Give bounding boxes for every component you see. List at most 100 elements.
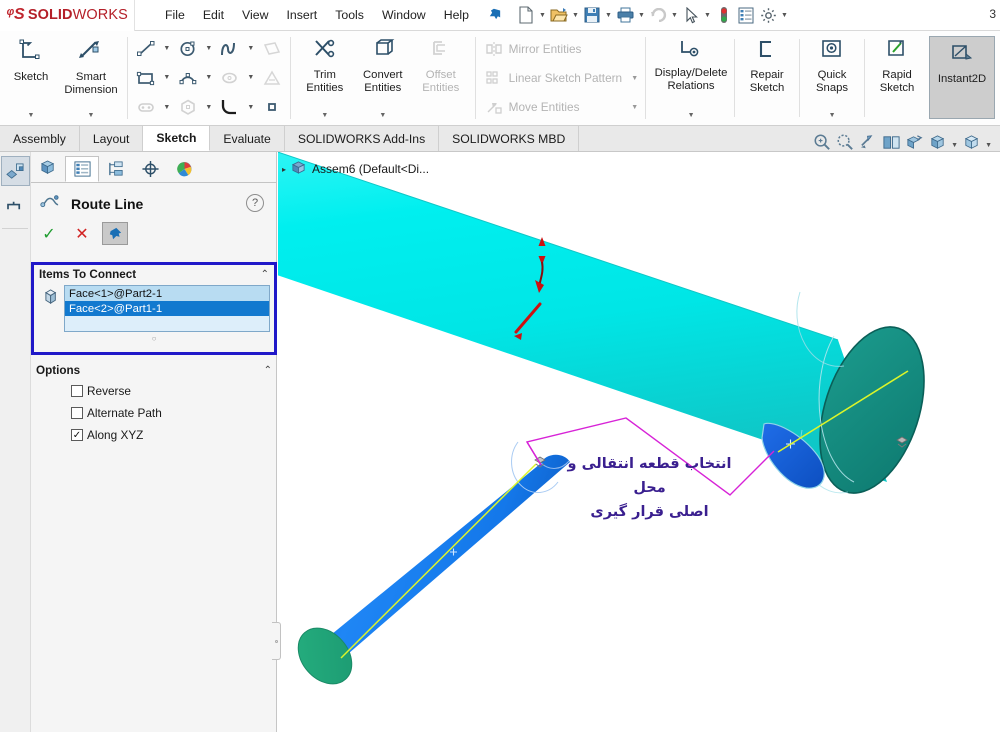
solidworks-logo[interactable]: ᵠS SOLIDWORKS bbox=[0, 0, 135, 31]
menu-window[interactable]: Window bbox=[373, 5, 435, 25]
menu-tools[interactable]: Tools bbox=[326, 5, 373, 25]
display-style-caret[interactable]: ▼ bbox=[951, 142, 958, 149]
zoom-to-fit-icon[interactable] bbox=[813, 133, 832, 157]
tab-solidworks-mbd[interactable]: SOLIDWORKS MBD bbox=[439, 126, 580, 151]
sketch-dropdown-caret[interactable]: ▼ bbox=[28, 112, 35, 123]
3d-model-canvas[interactable] bbox=[278, 152, 1000, 732]
alternate-path-checkbox[interactable] bbox=[71, 407, 83, 419]
sidebar-assembly-icon[interactable] bbox=[1, 156, 30, 186]
slot-icon[interactable] bbox=[131, 94, 161, 120]
fillet-icon[interactable] bbox=[215, 94, 245, 120]
configuration-manager-tab[interactable] bbox=[99, 156, 133, 182]
options-header[interactable]: Options ⌃ bbox=[31, 360, 277, 380]
linear-sketch-pattern-row[interactable]: Linear Sketch Pattern ▼ bbox=[479, 64, 642, 93]
previous-view-icon[interactable] bbox=[859, 133, 878, 157]
display-manager-tab[interactable] bbox=[167, 156, 201, 182]
ellipse-icon[interactable] bbox=[215, 65, 245, 91]
trim-entities-caret[interactable]: ▼ bbox=[321, 112, 328, 123]
display-delete-relations-caret[interactable]: ▼ bbox=[688, 112, 695, 123]
rectangle-caret[interactable]: ▼ bbox=[161, 65, 173, 91]
circle-icon[interactable] bbox=[173, 36, 203, 62]
save-icon[interactable] bbox=[581, 4, 603, 26]
ok-button[interactable]: ✓ bbox=[36, 222, 62, 245]
selection-item-3[interactable] bbox=[65, 316, 269, 331]
options-gear-icon[interactable] bbox=[757, 4, 779, 26]
option-row-along-xyz[interactable]: ✓ Along XYZ bbox=[31, 424, 277, 446]
spline-icon[interactable] bbox=[215, 36, 245, 62]
cancel-button[interactable]: ✕ bbox=[69, 222, 95, 245]
open-document-caret[interactable]: ▼ bbox=[570, 4, 581, 26]
move-entities-row[interactable]: Move Entities ▼ bbox=[479, 93, 642, 122]
arc-caret[interactable]: ▼ bbox=[203, 65, 215, 91]
spline-caret[interactable]: ▼ bbox=[245, 36, 257, 62]
select-cursor-caret[interactable]: ▼ bbox=[702, 4, 713, 26]
tab-solidworks-add-ins[interactable]: SOLIDWORKS Add-Ins bbox=[284, 126, 440, 151]
tree-expand-arrow[interactable]: ▸ bbox=[282, 165, 286, 174]
plane-icon[interactable] bbox=[257, 36, 287, 62]
menu-view[interactable]: View bbox=[233, 5, 277, 25]
quick-snaps-button[interactable]: Quick Snaps ▼ bbox=[803, 33, 861, 123]
options-caret[interactable]: ▼ bbox=[779, 4, 790, 26]
selection-item-1[interactable]: Face<1>@Part2-1 bbox=[65, 286, 269, 301]
along-xyz-checkbox[interactable]: ✓ bbox=[71, 429, 83, 441]
display-style-icon[interactable] bbox=[928, 133, 947, 157]
quick-snaps-caret[interactable]: ▼ bbox=[829, 112, 836, 123]
option-row-reverse[interactable]: Reverse bbox=[31, 380, 277, 402]
instant2d-button[interactable]: Instant2D bbox=[929, 36, 996, 119]
convert-entities-caret[interactable]: ▼ bbox=[379, 112, 386, 123]
option-row-alternate-path[interactable]: Alternate Path bbox=[31, 402, 277, 424]
rapid-sketch-button[interactable]: Rapid Sketch bbox=[868, 33, 926, 123]
keep-visible-pin-button[interactable] bbox=[102, 222, 128, 245]
chevron-up-icon[interactable]: ⌃ bbox=[261, 269, 269, 280]
items-resize-grip[interactable]: ○ bbox=[34, 334, 274, 343]
new-document-caret[interactable]: ▼ bbox=[537, 4, 548, 26]
undo-caret[interactable]: ▼ bbox=[669, 4, 680, 26]
polygon-icon[interactable] bbox=[173, 94, 203, 120]
tab-layout[interactable]: Layout bbox=[79, 126, 144, 151]
print-icon[interactable] bbox=[614, 4, 636, 26]
sketch-button[interactable]: Sketch ▼ bbox=[2, 33, 60, 123]
menu-file[interactable]: File bbox=[156, 5, 194, 25]
menu-insert[interactable]: Insert bbox=[277, 5, 326, 25]
open-document-icon[interactable] bbox=[548, 4, 570, 26]
file-properties-icon[interactable] bbox=[735, 4, 757, 26]
rectangle-icon[interactable] bbox=[131, 65, 161, 91]
repair-sketch-button[interactable]: Repair Sketch bbox=[738, 33, 796, 123]
menu-help[interactable]: Help bbox=[435, 5, 478, 25]
polygon-caret[interactable]: ▼ bbox=[203, 94, 215, 120]
circle-caret[interactable]: ▼ bbox=[203, 36, 215, 62]
slot-caret[interactable]: ▼ bbox=[161, 94, 173, 120]
select-cursor-icon[interactable] bbox=[680, 4, 702, 26]
feature-tree-root[interactable]: ▸ Assem6 (Default<Di... bbox=[282, 160, 429, 178]
help-question-icon[interactable]: ? bbox=[246, 194, 264, 212]
linear-sketch-pattern-caret[interactable]: ▼ bbox=[631, 75, 642, 82]
line-icon[interactable] bbox=[131, 36, 161, 62]
new-document-icon[interactable] bbox=[515, 4, 537, 26]
selection-list[interactable]: Face<1>@Part2-1 Face<2>@Part1-1 bbox=[64, 285, 270, 332]
dimxpert-manager-tab[interactable] bbox=[133, 156, 167, 182]
selection-item-2[interactable]: Face<2>@Part1-1 bbox=[65, 301, 269, 316]
rebuild-traffic-light-icon[interactable] bbox=[713, 4, 735, 26]
items-to-connect-header[interactable]: Items To Connect ⌃ bbox=[34, 265, 274, 284]
hide-show-items-icon[interactable] bbox=[962, 133, 981, 157]
fillet-caret[interactable]: ▼ bbox=[245, 94, 257, 120]
smart-dimension-caret[interactable]: ▼ bbox=[88, 112, 95, 123]
feature-manager-tab[interactable] bbox=[31, 156, 65, 182]
menu-edit[interactable]: Edit bbox=[194, 5, 233, 25]
hide-show-items-caret[interactable]: ▼ bbox=[985, 142, 992, 149]
graphics-viewport[interactable]: ▸ Assem6 (Default<Di... انتخاب قطعه انتق… bbox=[278, 152, 1000, 732]
display-delete-relations-button[interactable]: Display/Delete Relations ▼ bbox=[651, 33, 731, 123]
property-manager-tab[interactable] bbox=[65, 156, 99, 182]
convert-entities-button[interactable]: Convert Entities ▼ bbox=[354, 33, 412, 123]
trim-entities-button[interactable]: Trim Entities ▼ bbox=[296, 33, 354, 123]
ellipse-caret[interactable]: ▼ bbox=[245, 65, 257, 91]
move-entities-caret[interactable]: ▼ bbox=[631, 104, 642, 111]
panel-splitter-handle[interactable] bbox=[272, 622, 281, 660]
mirror-entities-row[interactable]: Mirror Entities bbox=[479, 35, 642, 64]
section-view-icon[interactable] bbox=[882, 133, 901, 157]
view-orientation-icon[interactable] bbox=[905, 133, 924, 157]
point-icon[interactable] bbox=[257, 94, 287, 120]
text-triangle-icon[interactable] bbox=[257, 65, 287, 91]
line-caret[interactable]: ▼ bbox=[161, 36, 173, 62]
arc-icon[interactable] bbox=[173, 65, 203, 91]
